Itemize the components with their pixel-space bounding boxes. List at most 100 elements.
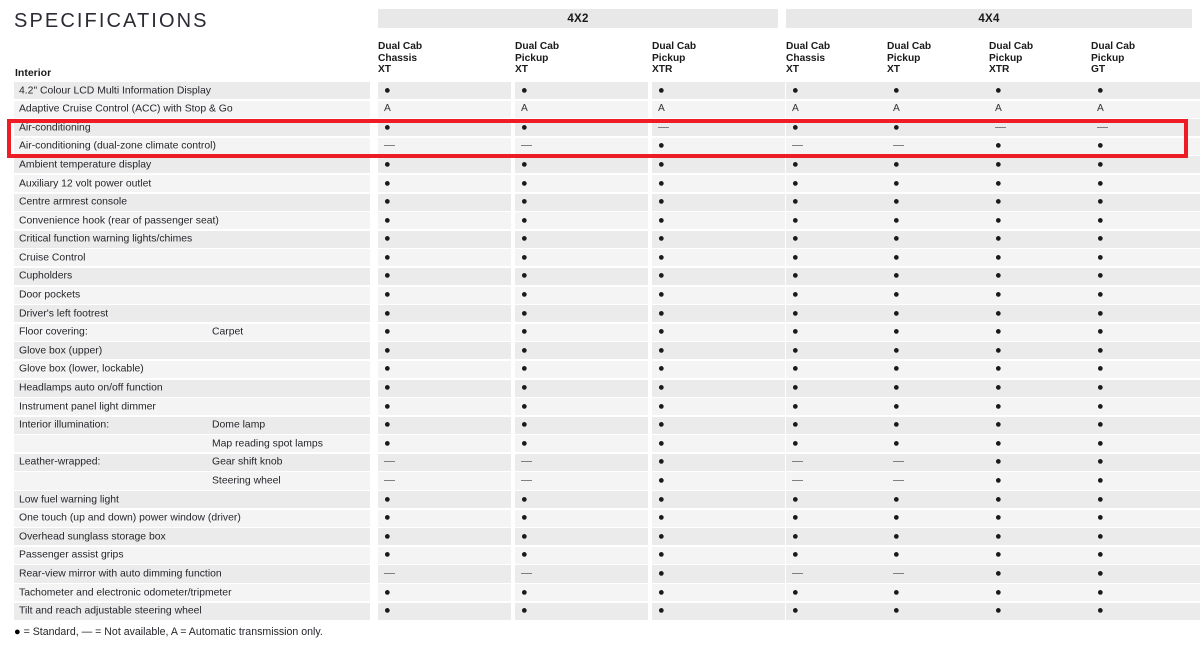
row-label: Passenger assist grips <box>14 546 370 564</box>
value-cell-c3: ● <box>652 435 785 453</box>
table-row: Low fuel warning light ● ● ● ● ● ● ● <box>0 491 1200 510</box>
availability-mark-dot: ● <box>893 158 900 171</box>
availability-mark-dash: — <box>521 455 532 468</box>
value-cell-c7: ● <box>1091 416 1200 434</box>
availability-mark-dash: — <box>893 139 904 152</box>
availability-mark-dot: ● <box>995 381 1002 394</box>
value-cell-c3: ● <box>652 584 785 602</box>
availability-mark-dot: ● <box>995 530 1002 543</box>
column-header-c3: Dual Cab Pickup XTR <box>652 41 696 76</box>
availability-mark-dot: ● <box>995 288 1002 301</box>
availability-mark-dot: ● <box>658 362 665 375</box>
availability-mark-dot: ● <box>995 177 1002 190</box>
value-cell-c7: ● <box>1091 546 1200 564</box>
availability-mark-dot: ● <box>521 251 528 264</box>
value-cell-c1: ● <box>378 379 511 397</box>
availability-mark-dot: ● <box>1097 381 1104 394</box>
value-cell-c2: — <box>515 472 648 490</box>
variant-line-3: XT <box>786 64 800 76</box>
value-cell-c1: ● <box>378 398 511 416</box>
availability-mark-dash: — <box>792 567 803 580</box>
table-row: Leather-wrapped: Gear shift knob — — ● — — ● ● <box>0 453 1200 473</box>
value-cell-c3: ● <box>652 286 785 304</box>
variant-line-1: Dual Cab <box>515 41 560 52</box>
table-row: Overhead sunglass storage box ● ● ● ● ● ● ● <box>0 528 1200 547</box>
value-cell-c2: ● <box>515 249 648 267</box>
value-cell-c3: ● <box>652 491 785 509</box>
row-label-text: Rear-view mirror with auto dimming funct… <box>19 568 222 580</box>
availability-mark-dot: ● <box>792 177 799 190</box>
variant-line-1: Dual Cab <box>989 41 1034 52</box>
availability-mark-dot: ● <box>995 418 1002 431</box>
availability-mark-dot: ● <box>893 121 900 134</box>
availability-mark-dot: ● <box>658 474 665 487</box>
availability-mark-dot: ● <box>658 530 665 543</box>
availability-mark-dash: — <box>792 139 803 152</box>
availability-mark-dot: ● <box>893 325 900 338</box>
availability-mark-dot: ● <box>384 325 391 338</box>
availability-mark-dot: ● <box>384 437 391 450</box>
availability-mark-dot: ● <box>995 232 1002 245</box>
availability-mark-dot: ● <box>384 400 391 413</box>
row-label-main <box>14 472 207 490</box>
availability-mark-dot: ● <box>658 604 665 617</box>
value-cell-c1: ● <box>378 119 511 137</box>
value-cell-c1: ● <box>378 509 511 527</box>
value-cell-c3: ● <box>652 249 785 267</box>
variant-line-1: Dual Cab <box>786 41 831 52</box>
availability-mark-dot: ● <box>1097 530 1104 543</box>
variant-line-3: XT <box>515 64 529 76</box>
value-cell-c1: — <box>378 565 511 583</box>
row-label-text: Cruise Control <box>19 252 86 264</box>
row-label: Tilt and reach adjustable steering wheel <box>14 602 370 620</box>
availability-mark-dot: ● <box>384 121 391 134</box>
availability-mark-dot: ● <box>521 437 528 450</box>
variant-line-1: Dual Cab <box>887 41 932 52</box>
availability-mark-dot: ● <box>893 269 900 282</box>
variant-line-2: Chassis <box>378 52 418 64</box>
availability-mark-dot: ● <box>658 455 665 468</box>
row-label: Cupholders <box>14 267 370 286</box>
value-cell-c7: ● <box>1091 82 1200 100</box>
value-cell-c7: ● <box>1091 174 1200 193</box>
value-cell-c2: ● <box>515 602 648 620</box>
value-cell-c3: ● <box>652 82 785 100</box>
row-label-text: Cupholders <box>19 270 73 282</box>
value-cell-c1: ● <box>378 435 511 453</box>
value-cell-c3: ● <box>652 360 785 378</box>
availability-mark-dot: ● <box>792 269 799 282</box>
availability-mark-dot: ● <box>384 586 391 599</box>
availability-mark-dot: ● <box>1097 158 1104 171</box>
availability-mark-dot: ● <box>1097 586 1104 599</box>
row-label-sub-text: Dome lamp <box>212 419 266 431</box>
availability-mark-dot: ● <box>995 455 1002 468</box>
table-row: Air-conditioning (dual-zone climate cont… <box>0 137 1200 157</box>
value-cell-c7: ● <box>1091 156 1200 174</box>
availability-mark-dot: ● <box>384 214 391 227</box>
value-cell-c1: ● <box>378 584 511 602</box>
availability-mark-dot: ● <box>384 511 391 524</box>
variant-line-1: Dual Cab <box>652 41 697 52</box>
availability-mark-dot: ● <box>658 548 665 561</box>
availability-mark-dot: ● <box>658 400 665 413</box>
availability-mark-dot: ● <box>384 195 391 208</box>
row-label-text: Critical function warning lights/chimes <box>19 233 193 245</box>
availability-mark-auto: A <box>792 103 799 115</box>
availability-mark-dot: ● <box>521 307 528 320</box>
table-row: Floor covering: Carpet ● ● ● ● ● ● ● <box>0 323 1200 343</box>
value-cell-c3: ● <box>652 416 785 434</box>
availability-mark-dot: ● <box>995 269 1002 282</box>
row-label: Centre armrest console <box>14 193 370 211</box>
table-row: Rear-view mirror with auto dimming funct… <box>0 565 1200 584</box>
row-label: 4.2" Colour LCD Multi Information Displa… <box>14 82 370 100</box>
availability-mark-dash: — <box>658 121 669 134</box>
availability-mark-dot: ● <box>893 251 900 264</box>
row-label-text: Instrument panel light dimmer <box>19 401 156 413</box>
availability-mark-dash: — <box>384 474 395 487</box>
availability-mark-dot: ● <box>1097 195 1104 208</box>
row-label-main <box>14 435 207 453</box>
availability-mark-dot: ● <box>995 325 1002 338</box>
row-label-text: Door pockets <box>19 289 81 301</box>
row-label-text: Low fuel warning light <box>19 494 119 506</box>
availability-mark-dot: ● <box>521 381 528 394</box>
